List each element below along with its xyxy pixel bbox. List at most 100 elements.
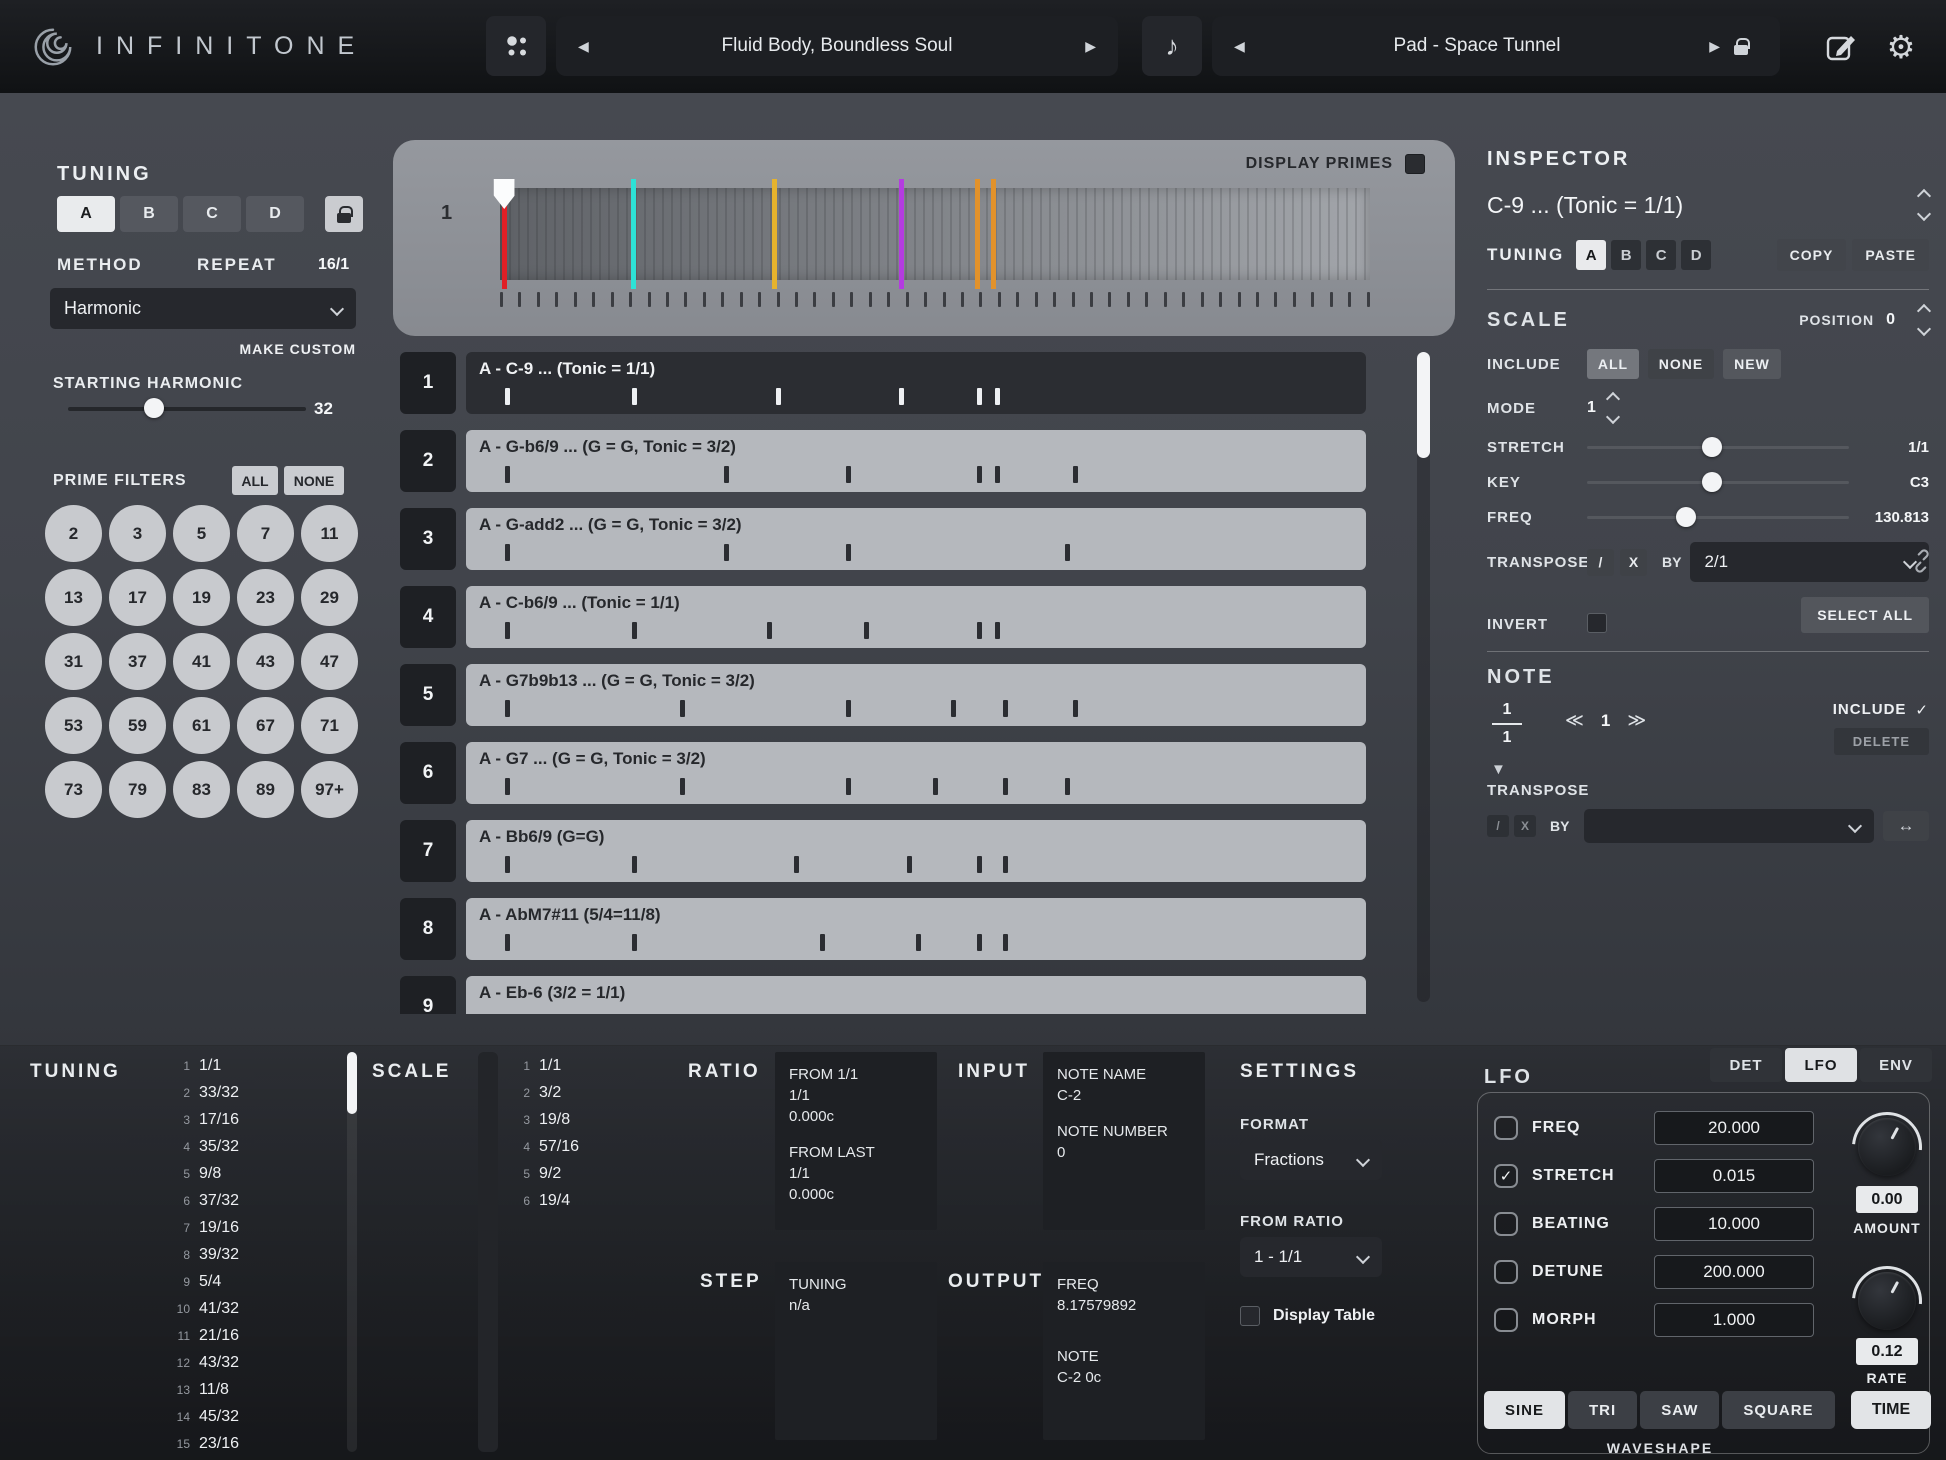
scrollbar-thumb[interactable] bbox=[1417, 352, 1430, 458]
settings-button[interactable]: ⚙ bbox=[1876, 22, 1926, 72]
lfo-detune-value[interactable]: 200.000 bbox=[1654, 1255, 1814, 1289]
prime-filter-31[interactable]: 31 bbox=[45, 633, 102, 690]
save-preset-button[interactable] bbox=[1818, 24, 1864, 70]
slider-thumb[interactable] bbox=[144, 398, 164, 418]
scale-row[interactable]: 4 A - C-b6/9 ... (Tonic = 1/1) bbox=[400, 586, 1366, 648]
note-tick[interactable] bbox=[505, 622, 511, 639]
note-tick[interactable] bbox=[977, 466, 983, 483]
note-tick[interactable] bbox=[776, 388, 782, 405]
note-tick[interactable] bbox=[1073, 466, 1079, 483]
amount-value[interactable]: 0.00 bbox=[1856, 1186, 1918, 1213]
prev-patch-preset-button[interactable]: ◀ bbox=[1234, 38, 1245, 55]
note-tick[interactable] bbox=[846, 778, 852, 795]
copy-button[interactable]: COPY bbox=[1776, 239, 1847, 271]
note-tick[interactable] bbox=[505, 388, 511, 405]
note-tick[interactable] bbox=[1003, 934, 1009, 951]
tuning-list-scrollbar[interactable] bbox=[347, 1052, 357, 1452]
scale-row-body[interactable]: A - C-b6/9 ... (Tonic = 1/1) bbox=[466, 586, 1366, 648]
note-divide-button[interactable]: / bbox=[1487, 815, 1509, 837]
note-tick[interactable] bbox=[819, 934, 825, 951]
scale-row-body[interactable]: A - G-b6/9 ... (G = G, Tonic = 3/2) bbox=[466, 430, 1366, 492]
lfo-stretch-value[interactable]: 0.015 bbox=[1654, 1159, 1814, 1193]
note-tick[interactable] bbox=[505, 700, 511, 717]
repeat-value[interactable]: 16/1 bbox=[318, 256, 349, 274]
lfo-freq-checkbox[interactable] bbox=[1494, 1116, 1518, 1140]
transpose-by-dropdown[interactable]: 2/1 bbox=[1690, 542, 1929, 582]
scale-row-body[interactable]: A - G-add2 ... (G = G, Tonic = 3/2) bbox=[466, 508, 1366, 570]
stepper-up-icon[interactable] bbox=[1916, 188, 1932, 204]
note-tick[interactable] bbox=[846, 466, 852, 483]
transpose-multiply-button[interactable]: X bbox=[1620, 548, 1647, 576]
prime-filter-2[interactable]: 2 bbox=[45, 505, 102, 562]
note-tick[interactable] bbox=[505, 778, 511, 795]
scale-row[interactable]: 9 A - Eb-6 (3/2 = 1/1) bbox=[400, 976, 1366, 1014]
prime-filter-59[interactable]: 59 bbox=[109, 697, 166, 754]
patch-browser-button[interactable]: ♪ bbox=[1142, 16, 1202, 76]
note-tick[interactable] bbox=[631, 388, 637, 405]
prime-filter-37[interactable]: 37 bbox=[109, 633, 166, 690]
scale-row[interactable]: 5 A - G7b9b13 ... (G = G, Tonic = 3/2) bbox=[400, 664, 1366, 726]
scale-row[interactable]: 3 A - G-add2 ... (G = G, Tonic = 3/2) bbox=[400, 508, 1366, 570]
note-tick[interactable] bbox=[767, 622, 773, 639]
waveshape-saw[interactable]: SAW bbox=[1640, 1391, 1720, 1429]
scale-row-number[interactable]: 2 bbox=[400, 430, 456, 492]
note-tick[interactable] bbox=[505, 544, 511, 561]
rate-value[interactable]: 0.12 bbox=[1856, 1338, 1918, 1365]
primes-all-button[interactable]: ALL bbox=[232, 466, 278, 495]
scale-list-scrollbar-track[interactable] bbox=[478, 1052, 498, 1452]
note-ratio[interactable]: 1 1 bbox=[1487, 701, 1527, 747]
lfo-tab-lfo[interactable]: LFO bbox=[1785, 1048, 1857, 1082]
tuning-lock-button[interactable] bbox=[325, 196, 363, 232]
method-dropdown[interactable]: Harmonic bbox=[50, 288, 356, 329]
note-tick[interactable] bbox=[631, 856, 637, 873]
lfo-beating-value[interactable]: 10.000 bbox=[1654, 1207, 1814, 1241]
display-primes-checkbox[interactable] bbox=[1405, 154, 1425, 174]
patch-preset-name[interactable]: Pad - Space Tunnel bbox=[1245, 35, 1709, 57]
ratio-list-item[interactable]: 10 41/32 bbox=[166, 1295, 239, 1322]
scale-row-number[interactable]: 6 bbox=[400, 742, 456, 804]
scale-row[interactable]: 1 A - C-9 ... (Tonic = 1/1) bbox=[400, 352, 1366, 414]
note-tick[interactable] bbox=[933, 778, 939, 795]
inspector-tuning-tab-d[interactable]: D bbox=[1681, 240, 1712, 270]
note-tick[interactable] bbox=[1064, 778, 1070, 795]
waveshape-tri[interactable]: TRI bbox=[1568, 1391, 1638, 1429]
note-tick[interactable] bbox=[680, 778, 686, 795]
note-tick[interactable] bbox=[977, 388, 983, 405]
scale-row-number[interactable]: 7 bbox=[400, 820, 456, 882]
prime-filter-53[interactable]: 53 bbox=[45, 697, 102, 754]
prime-filter-3[interactable]: 3 bbox=[109, 505, 166, 562]
prev-note-button[interactable]: ≪ bbox=[1565, 710, 1584, 731]
note-flip-button[interactable]: ↔ bbox=[1883, 811, 1929, 841]
lfo-detune-checkbox[interactable] bbox=[1494, 1260, 1518, 1284]
prime-filter-23[interactable]: 23 bbox=[237, 569, 294, 626]
note-tick[interactable] bbox=[977, 622, 983, 639]
repeat-toggle[interactable]: REPEAT bbox=[197, 255, 277, 275]
invert-checkbox[interactable] bbox=[1587, 613, 1607, 633]
stepper-up-icon[interactable] bbox=[1916, 303, 1932, 319]
note-tick[interactable] bbox=[907, 856, 913, 873]
tuning-tab-a[interactable]: A bbox=[57, 196, 115, 232]
note-tick[interactable] bbox=[1064, 544, 1070, 561]
ratio-list-item[interactable]: 8 39/32 bbox=[166, 1241, 239, 1268]
prime-filter-61[interactable]: 61 bbox=[173, 697, 230, 754]
paste-button[interactable]: PASTE bbox=[1852, 239, 1929, 271]
note-tick[interactable] bbox=[1003, 856, 1009, 873]
viz-marker-note-2[interactable] bbox=[630, 179, 636, 289]
note-tick[interactable] bbox=[994, 622, 1000, 639]
note-tick[interactable] bbox=[846, 700, 852, 717]
from-ratio-dropdown[interactable]: 1 - 1/1 bbox=[1240, 1237, 1382, 1277]
scrollbar-thumb[interactable] bbox=[347, 1052, 357, 1114]
inspector-tuning-tab-b[interactable]: B bbox=[1611, 240, 1642, 270]
ratio-list-item[interactable]: 2 33/32 bbox=[166, 1079, 239, 1106]
prime-filter-43[interactable]: 43 bbox=[237, 633, 294, 690]
bottom-scale-list[interactable]: 1 1/1 2 3/2 3 19/8 4 57/16 5 9/2 6 19/4 bbox=[506, 1052, 579, 1214]
note-tick[interactable] bbox=[505, 466, 511, 483]
note-tick[interactable] bbox=[1003, 700, 1009, 717]
transpose-divide-button[interactable]: / bbox=[1587, 548, 1614, 576]
prime-filter-29[interactable]: 29 bbox=[301, 569, 358, 626]
prime-filter-11[interactable]: 11 bbox=[301, 505, 358, 562]
note-tick[interactable] bbox=[1003, 778, 1009, 795]
scale-row-body[interactable]: A - C-9 ... (Tonic = 1/1) bbox=[466, 352, 1366, 414]
waveshape-sine[interactable]: SINE bbox=[1484, 1391, 1566, 1429]
note-transpose-dropdown[interactable] bbox=[1584, 809, 1874, 843]
